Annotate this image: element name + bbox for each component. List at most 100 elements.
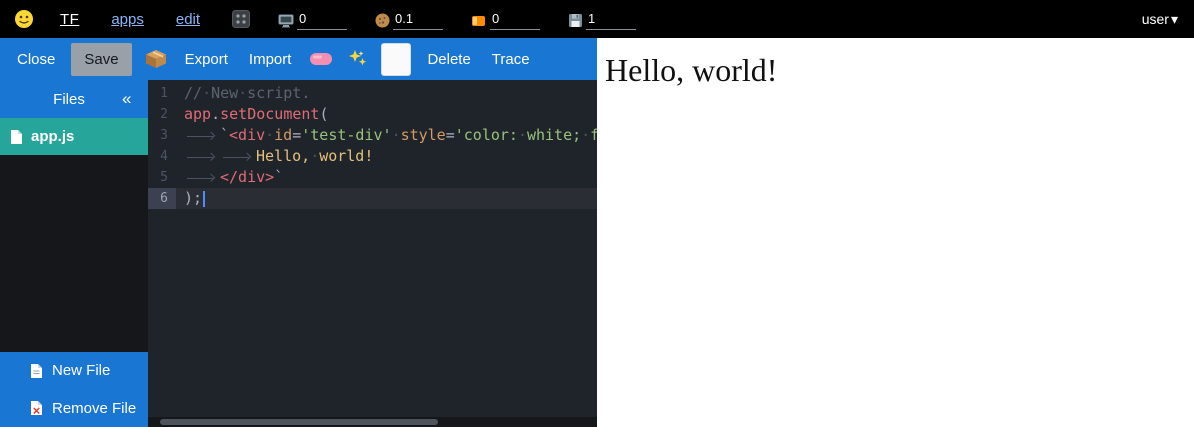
code-token: white;: [527, 126, 581, 144]
stat-input-cookie[interactable]: 0.1: [393, 9, 443, 30]
sparkles-button[interactable]: [346, 45, 370, 73]
editor-toolbar: Close Save Export Import: [0, 38, 597, 80]
code-line-content: </div>`: [176, 167, 597, 188]
app-window: TF apps edit 0 0.1 0: [0, 0, 1194, 427]
line-number: 2: [148, 104, 176, 125]
export-button[interactable]: Export: [180, 43, 233, 76]
editor-line[interactable]: 5</div>`: [148, 167, 597, 188]
editor-line[interactable]: 2app.setDocument(: [148, 104, 597, 125]
file-icon: [10, 129, 23, 145]
horizontal-scrollbar[interactable]: [148, 417, 597, 427]
space-whitespace-marker: [518, 125, 527, 146]
file-item-appjs[interactable]: app.js: [0, 118, 148, 155]
import-button[interactable]: Import: [244, 43, 297, 76]
new-file-label: New File: [52, 362, 110, 379]
stat-field-battery: 0: [471, 9, 540, 30]
soap-button[interactable]: [307, 47, 335, 71]
cookie-icon: [375, 13, 390, 30]
editor-line[interactable]: 1 // New script.: [148, 83, 597, 104]
code-token: Hello,: [256, 147, 310, 165]
code-token: 'color:: [455, 126, 518, 144]
stat-input-floppy[interactable]: 1: [586, 9, 636, 30]
blank-swatch-button[interactable]: [381, 43, 411, 76]
user-menu[interactable]: user ▾: [1142, 11, 1178, 28]
new-file-button[interactable]: New File: [0, 352, 148, 389]
code-token: =: [446, 126, 455, 144]
monitor-icon: [278, 14, 294, 30]
stat-field-monitor: 0: [278, 9, 347, 30]
soap-icon: [309, 51, 333, 67]
main-area: Close Save Export Import: [0, 38, 1194, 427]
code-token: =: [292, 126, 301, 144]
code-token: world!: [319, 147, 373, 165]
space-whitespace-marker: [265, 125, 274, 146]
sparkles-icon: [348, 49, 368, 69]
code-token: script.: [247, 84, 310, 102]
smiley-icon[interactable]: [14, 9, 34, 29]
nav-link-apps[interactable]: apps: [111, 11, 144, 28]
top-bar: TF apps edit 0 0.1 0: [0, 0, 1194, 38]
code-editor[interactable]: 1//Newscript.2app.setDocument(3`<divid='…: [148, 80, 597, 427]
code-token: id: [274, 126, 292, 144]
files-sidebar: Files « app.js New File: [0, 80, 148, 427]
files-header-label: Files: [16, 91, 122, 108]
close-button[interactable]: Close: [12, 43, 60, 76]
user-menu-label: user: [1142, 11, 1169, 27]
delete-button[interactable]: Delete: [422, 43, 475, 76]
package-button[interactable]: [143, 45, 169, 73]
code-token: f: [590, 126, 597, 144]
tab-whitespace-marker: [184, 130, 220, 142]
remove-file-icon: [30, 400, 43, 416]
brand-link[interactable]: TF: [60, 11, 79, 28]
space-whitespace-marker: [202, 83, 211, 104]
remove-file-label: Remove File: [52, 400, 136, 417]
file-item-label: app.js: [31, 128, 74, 145]
editor-line[interactable]: 3`<divid='test-div'style='color:white;f: [148, 125, 597, 146]
code-token: .: [211, 105, 220, 123]
line-number: 1: [148, 83, 176, 104]
workspace: Files « app.js New File: [0, 80, 597, 427]
text-cursor: [203, 191, 205, 207]
code-token: <div: [229, 126, 265, 144]
space-whitespace-marker: [238, 83, 247, 104]
stat-field-floppy: 1: [568, 9, 636, 30]
code-token: style: [401, 126, 446, 144]
collapse-sidebar-icon[interactable]: «: [122, 89, 148, 109]
tab-whitespace-marker: [184, 172, 220, 184]
file-list-empty-area: [0, 155, 148, 352]
preview-text: Hello, world!: [605, 52, 1186, 89]
code-line-content: );: [176, 188, 597, 209]
apps-grid-icon[interactable]: [232, 10, 250, 28]
space-whitespace-marker: [392, 125, 401, 146]
tab-whitespace-marker: [220, 151, 256, 163]
files-header: Files «: [0, 80, 148, 118]
new-file-icon: [30, 363, 43, 379]
code-token: app: [184, 105, 211, 123]
stat-input-battery[interactable]: 0: [490, 9, 540, 30]
line-number: 4: [148, 146, 176, 167]
editor-line[interactable]: 4 Hello, world!: [148, 146, 597, 167]
code-line-content: Hello, world!: [176, 146, 597, 167]
space-whitespace-marker: [310, 146, 319, 167]
code-token: New: [211, 84, 238, 102]
code-line-content: // New script.: [176, 83, 597, 104]
preview-pane: Hello, world!: [597, 38, 1194, 427]
stat-input-monitor[interactable]: 0: [297, 9, 347, 30]
save-button[interactable]: Save: [71, 43, 131, 76]
nav-link-edit[interactable]: edit: [176, 11, 200, 28]
space-whitespace-marker: [581, 125, 590, 146]
code-token: );: [184, 189, 202, 207]
caret-down-icon: ▾: [1171, 11, 1178, 28]
code-token: (: [319, 105, 328, 123]
code-token: </div>: [220, 168, 274, 186]
trace-button[interactable]: Trace: [487, 43, 535, 76]
code-token: //: [184, 84, 202, 102]
floppy-icon: [568, 13, 583, 30]
code-token: `: [274, 168, 283, 186]
line-number: 3: [148, 125, 176, 146]
scrollbar-thumb[interactable]: [160, 419, 438, 425]
code-token: `: [220, 126, 229, 144]
package-icon: [145, 49, 167, 69]
editor-line[interactable]: 6);: [148, 188, 597, 209]
remove-file-button[interactable]: Remove File: [0, 389, 148, 427]
